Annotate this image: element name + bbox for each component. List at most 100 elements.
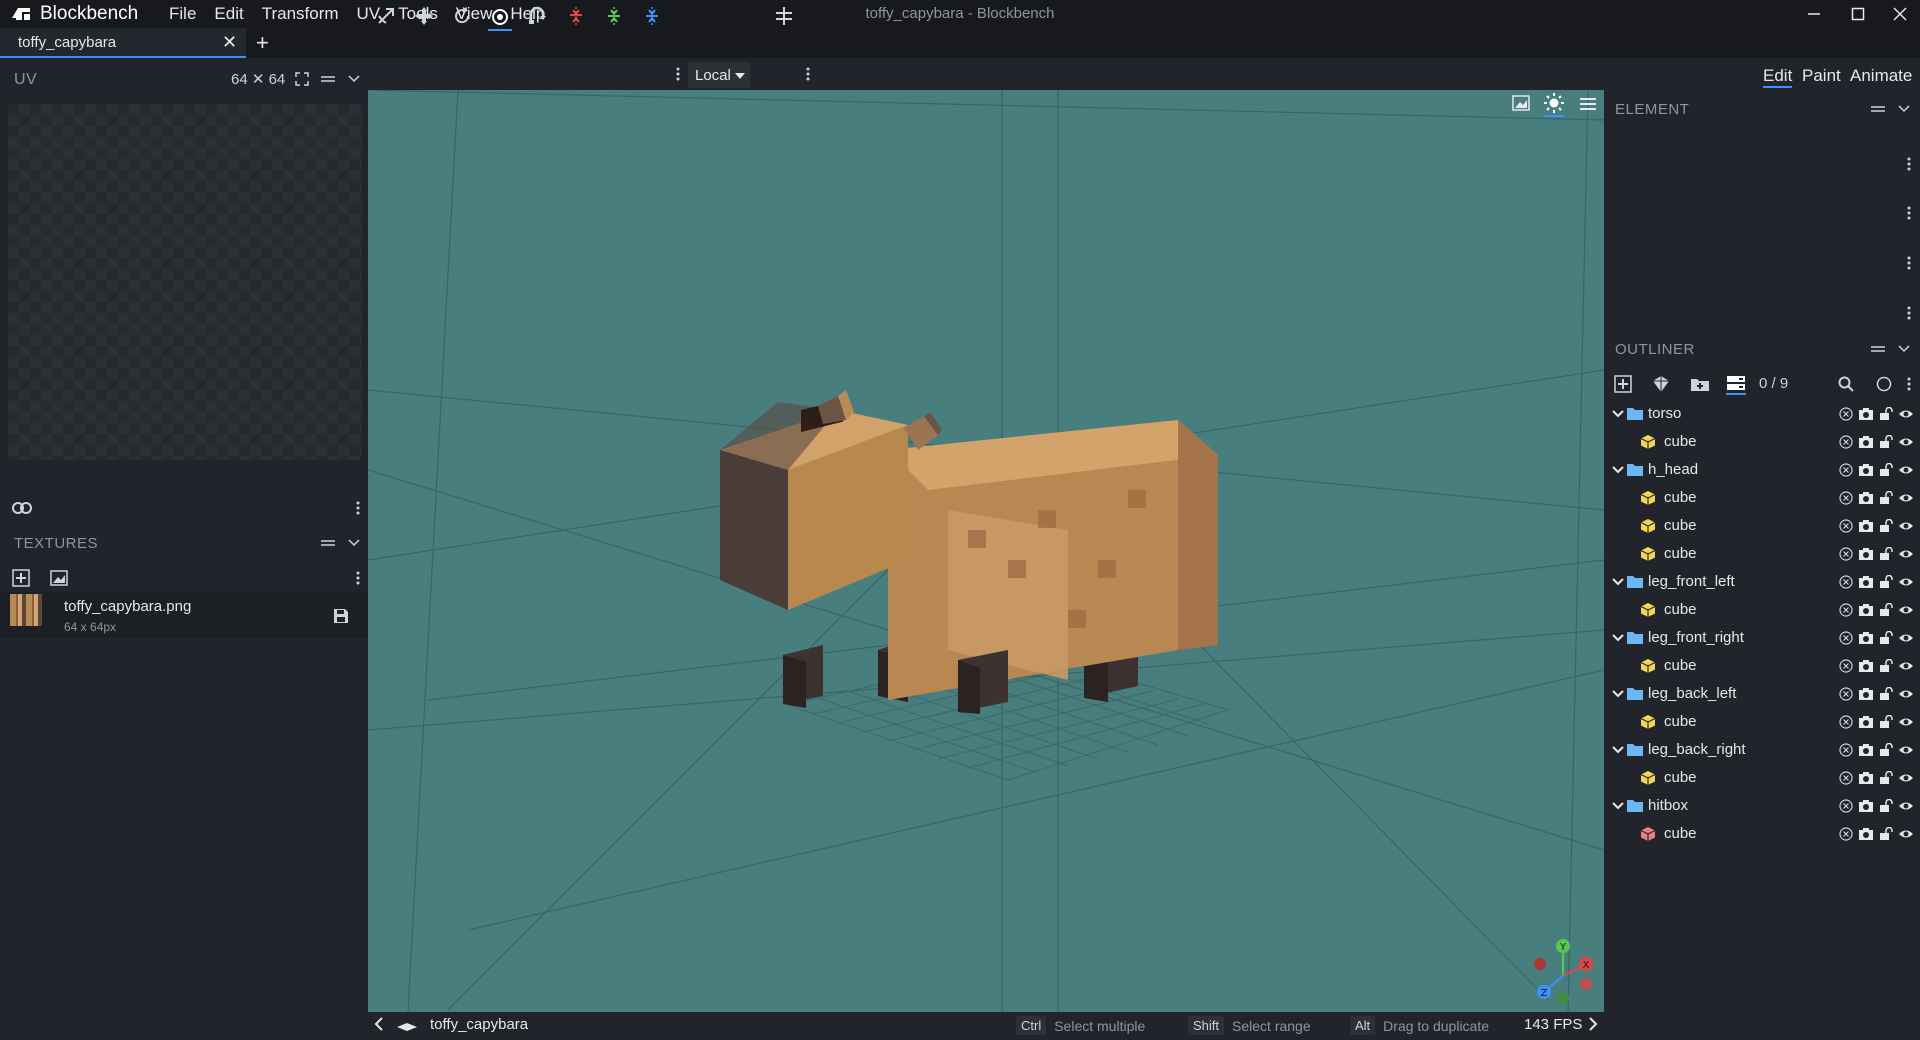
mirror-z-icon[interactable] [640, 5, 664, 27]
add-cube-icon[interactable] [1614, 375, 1632, 393]
render-toggle-icon[interactable] [1858, 602, 1874, 618]
outliner-group-hitbox[interactable]: hitbox [1604, 792, 1920, 820]
eye-icon[interactable] [1898, 602, 1914, 618]
chevron-right-icon[interactable] [1588, 1016, 1598, 1032]
export-toggle-icon[interactable] [1838, 434, 1854, 450]
panel-menu-icon[interactable] [1870, 102, 1886, 116]
chevron-down-icon[interactable] [1612, 744, 1624, 756]
export-toggle-icon[interactable] [1838, 630, 1854, 646]
outliner-cube[interactable]: cube [1604, 428, 1920, 456]
screenshot-icon[interactable] [1512, 95, 1530, 111]
mirror-x-icon[interactable] [564, 5, 588, 27]
more-options-icon[interactable] [356, 500, 360, 516]
more-options-icon[interactable] [1907, 205, 1911, 221]
lock-toggle-icon[interactable] [1878, 406, 1894, 422]
viewport-menu-icon[interactable] [1580, 97, 1596, 111]
eye-icon[interactable] [1898, 798, 1914, 814]
render-toggle-icon[interactable] [1858, 546, 1874, 562]
chevron-down-icon[interactable] [348, 72, 360, 86]
export-toggle-icon[interactable] [1838, 714, 1854, 730]
export-toggle-icon[interactable] [1838, 686, 1854, 702]
outliner-cube[interactable]: cube [1604, 764, 1920, 792]
more-options-icon[interactable] [676, 66, 680, 82]
lock-toggle-icon[interactable] [1878, 658, 1894, 674]
panel-menu-icon[interactable] [320, 72, 336, 86]
lock-toggle-icon[interactable] [1878, 546, 1894, 562]
more-options-icon[interactable] [1907, 305, 1911, 321]
fullscreen-icon[interactable] [295, 72, 309, 86]
eye-icon[interactable] [1898, 630, 1914, 646]
menu-transform[interactable]: Transform [253, 0, 348, 28]
pivot-icon[interactable] [488, 5, 512, 31]
lock-toggle-icon[interactable] [1878, 742, 1894, 758]
3d-viewport[interactable] [368, 90, 1604, 1012]
chevron-down-icon[interactable] [1612, 632, 1624, 644]
lock-toggle-icon[interactable] [1878, 490, 1894, 506]
add-group-icon[interactable] [1690, 376, 1710, 392]
export-toggle-icon[interactable] [1838, 742, 1854, 758]
chevron-down-icon[interactable] [1612, 576, 1624, 588]
eye-icon[interactable] [1898, 658, 1914, 674]
lock-toggle-icon[interactable] [1878, 770, 1894, 786]
chevron-left-icon[interactable] [374, 1016, 384, 1032]
chevron-down-icon[interactable] [1612, 464, 1624, 476]
render-toggle-icon[interactable] [1858, 770, 1874, 786]
more-options-icon[interactable] [356, 570, 360, 586]
outliner-cube[interactable]: cube [1604, 820, 1920, 848]
outliner-group-h-head[interactable]: h_head [1604, 456, 1920, 484]
export-toggle-icon[interactable] [1838, 518, 1854, 534]
maximize-button[interactable] [1838, 0, 1878, 28]
eye-icon[interactable] [1898, 574, 1914, 590]
outliner-group-leg-back-right[interactable]: leg_back_right [1604, 736, 1920, 764]
lighting-icon[interactable] [1544, 93, 1564, 117]
create-texture-icon[interactable] [50, 570, 68, 586]
lock-toggle-icon[interactable] [1878, 686, 1894, 702]
panel-menu-icon[interactable] [320, 536, 336, 550]
panel-menu-icon[interactable] [1870, 342, 1886, 356]
chevron-down-icon[interactable] [1898, 342, 1910, 356]
outliner-cube[interactable]: cube [1604, 512, 1920, 540]
axis-gizmo[interactable]: Y X Z [1530, 934, 1596, 1004]
save-icon[interactable] [333, 608, 349, 624]
center-pivot-icon[interactable] [772, 5, 796, 27]
circle-toggle-icon[interactable] [1876, 376, 1892, 392]
mode-tab-paint[interactable]: Paint [1802, 66, 1841, 86]
export-toggle-icon[interactable] [1838, 490, 1854, 506]
lock-toggle-icon[interactable] [1878, 518, 1894, 534]
eye-icon[interactable] [1898, 742, 1914, 758]
lock-toggle-icon[interactable] [1878, 630, 1894, 646]
eye-icon[interactable] [1898, 462, 1914, 478]
outliner-cube[interactable]: cube [1604, 652, 1920, 680]
eye-icon[interactable] [1898, 546, 1914, 562]
uv-editor-canvas[interactable] [8, 104, 362, 460]
eye-icon[interactable] [1898, 406, 1914, 422]
export-toggle-icon[interactable] [1838, 462, 1854, 478]
close-tab-icon[interactable]: ✕ [222, 32, 237, 53]
mirror-y-icon[interactable] [602, 5, 626, 27]
minimize-button[interactable] [1794, 0, 1834, 28]
mode-tab-edit[interactable]: Edit [1763, 66, 1793, 88]
toggle-options-icon[interactable] [1726, 375, 1746, 395]
lock-toggle-icon[interactable] [1878, 462, 1894, 478]
eye-icon[interactable] [1898, 714, 1914, 730]
export-toggle-icon[interactable] [1838, 770, 1854, 786]
close-window-button[interactable] [1880, 0, 1920, 28]
render-toggle-icon[interactable] [1858, 686, 1874, 702]
add-mesh-icon[interactable] [1652, 375, 1670, 393]
lock-toggle-icon[interactable] [1878, 574, 1894, 590]
outliner-group-leg-front-left[interactable]: leg_front_left [1604, 568, 1920, 596]
export-toggle-icon[interactable] [1838, 798, 1854, 814]
render-toggle-icon[interactable] [1858, 434, 1874, 450]
render-toggle-icon[interactable] [1858, 714, 1874, 730]
render-toggle-icon[interactable] [1858, 462, 1874, 478]
render-toggle-icon[interactable] [1858, 826, 1874, 842]
chevron-down-icon[interactable] [1612, 800, 1624, 812]
render-toggle-icon[interactable] [1858, 742, 1874, 758]
lock-toggle-icon[interactable] [1878, 434, 1894, 450]
outliner-group-leg-back-left[interactable]: leg_back_left [1604, 680, 1920, 708]
export-toggle-icon[interactable] [1838, 574, 1854, 590]
chevron-down-icon[interactable] [348, 536, 360, 550]
vertex-snap-icon[interactable] [526, 5, 550, 27]
eye-icon[interactable] [1898, 490, 1914, 506]
more-options-icon[interactable] [1907, 156, 1911, 172]
